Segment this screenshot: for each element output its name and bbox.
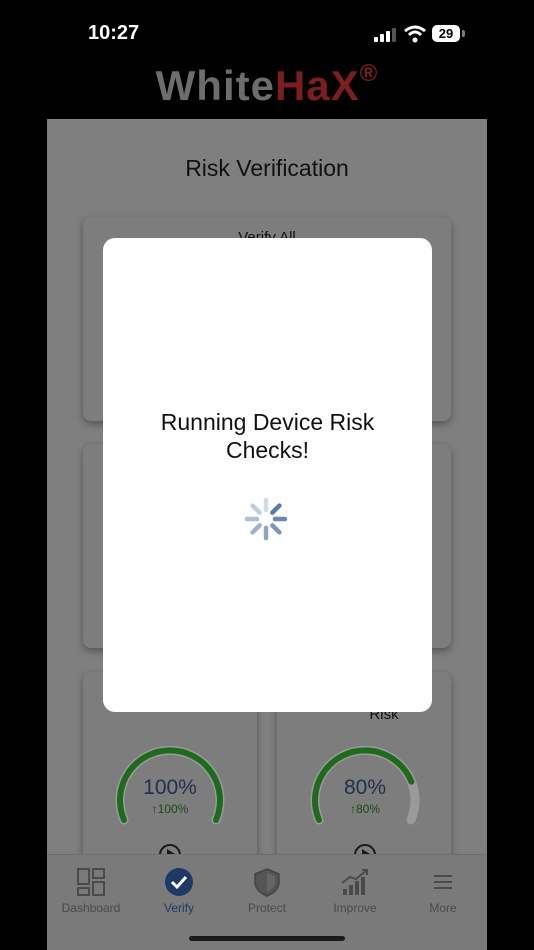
brand-part-white: White [155, 62, 275, 109]
registered-mark: ® [359, 60, 379, 87]
tab-verify[interactable]: Verify [135, 867, 223, 915]
checkmark-circle-icon [165, 868, 193, 896]
spinner-spoke [270, 503, 282, 515]
tab-protect-label: Protect [247, 901, 286, 915]
left-gauge-value: 100% [143, 776, 197, 799]
chart-trend-icon [341, 869, 368, 895]
tab-protect[interactable]: Protect [223, 867, 311, 915]
left-gauge-delta: ↑100% [151, 802, 189, 816]
loading-message: Running Device Risk Checks! [160, 409, 375, 463]
page-title: Risk Verification [185, 155, 349, 181]
tab-more-label: More [429, 901, 457, 915]
battery-tip [462, 30, 465, 37]
tab-more[interactable]: More [399, 867, 487, 915]
clock: 10:27 [88, 22, 140, 44]
tab-dashboard[interactable]: Dashboard [47, 867, 135, 915]
tab-improve[interactable]: Improve [311, 867, 399, 915]
spinner-spoke [270, 523, 282, 535]
right-gauge: 80% ↑80% [305, 738, 425, 838]
loading-dialog: Running Device Risk Checks! [103, 238, 432, 712]
tab-improve-label: Improve [333, 901, 377, 915]
tab-dashboard-label: Dashboard [61, 901, 121, 915]
left-gauge: 100% ↑100% [110, 738, 230, 838]
loading-spinner-icon [244, 497, 288, 541]
tab-verify-label: Verify [163, 901, 194, 915]
status-bar: 10:27 29 [0, 0, 534, 64]
shield-icon [254, 868, 280, 897]
menu-icon [434, 875, 452, 889]
battery-indicator: 29 [432, 25, 460, 42]
right-gauge-value: 80% [343, 776, 387, 799]
spinner-spoke [250, 503, 262, 515]
brand-logo: WhiteHaX® [0, 60, 534, 110]
spinner-spoke [250, 523, 262, 535]
home-indicator [189, 936, 345, 941]
wifi-icon [404, 25, 426, 43]
cellular-signal-icon [374, 28, 398, 42]
dashboard-icon [77, 868, 105, 896]
brand-part-hax: HaX [274, 62, 360, 109]
right-gauge-delta: ↑80% [349, 802, 381, 816]
